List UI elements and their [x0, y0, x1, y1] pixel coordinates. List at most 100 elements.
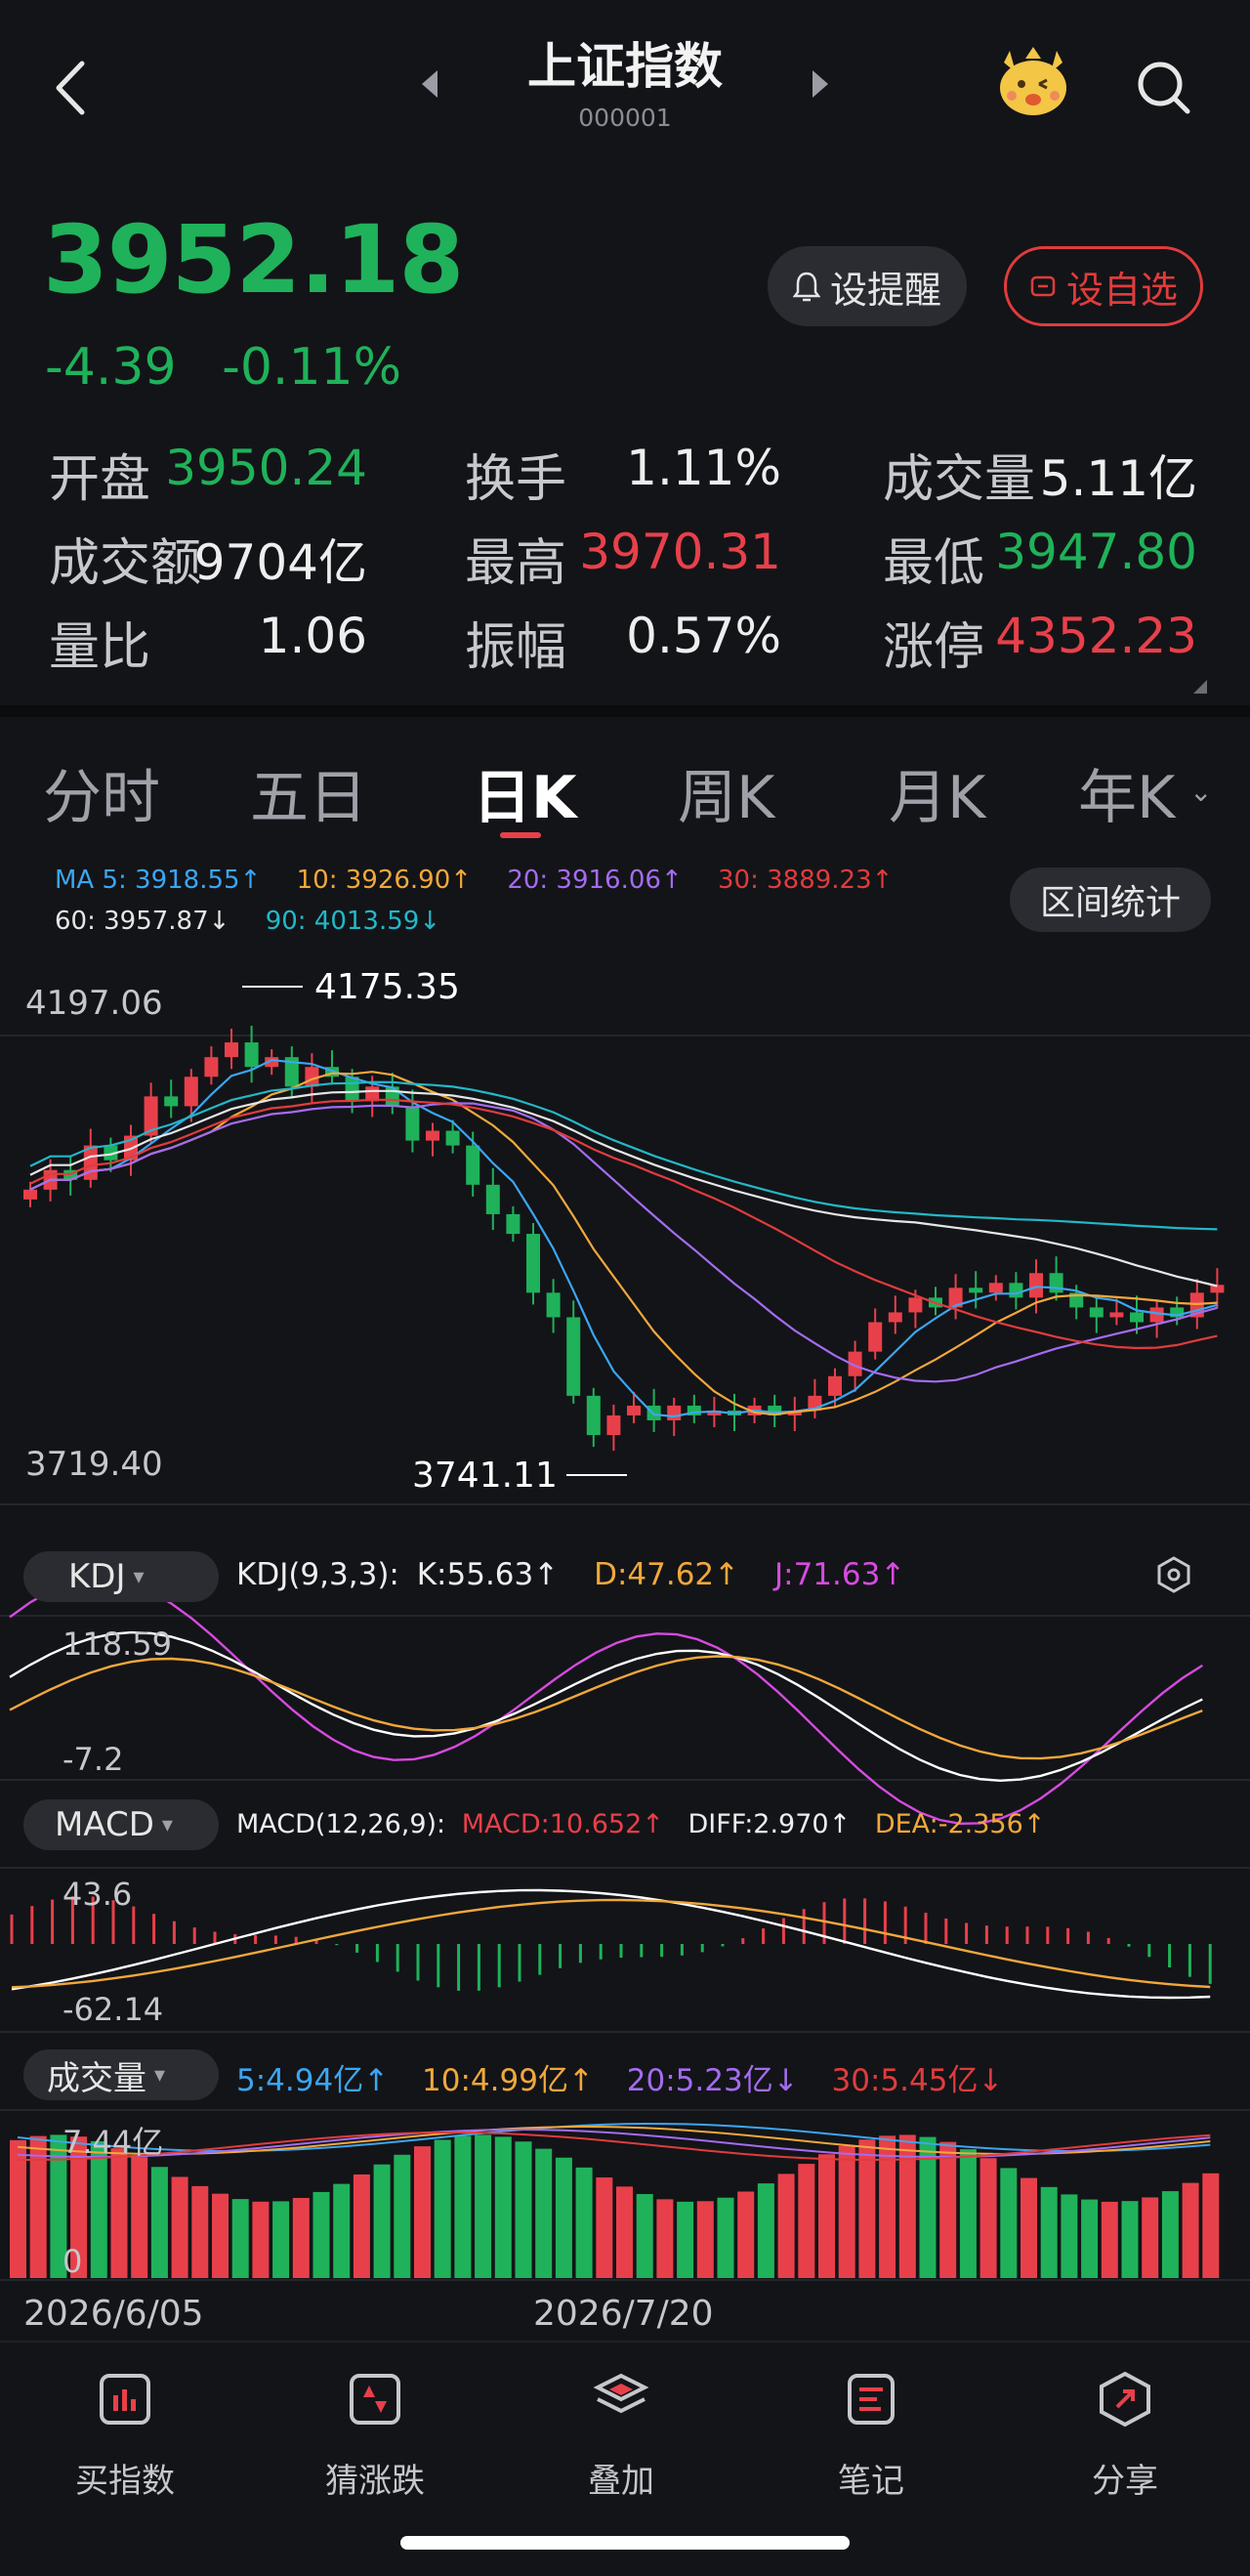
macd-diff: DIFF:2.970↑ [688, 1809, 852, 1839]
expand-corner-icon[interactable] [1193, 680, 1207, 694]
stat-value: 4352.23 [995, 608, 1197, 664]
candle-body [627, 1405, 641, 1415]
volume-bar [555, 2157, 572, 2278]
stat-value: 0.57% [626, 608, 781, 664]
bell-icon [792, 272, 820, 302]
candle-body [969, 1288, 983, 1293]
chevron-down-icon: ▾ [133, 1564, 145, 1589]
nav-updown-button[interactable]: 猜涨跌 [297, 2370, 453, 2502]
volume-bar [1081, 2199, 1099, 2278]
search-icon[interactable] [1133, 57, 1195, 119]
bar-chart-icon [100, 2374, 150, 2425]
candle-body [888, 1312, 902, 1323]
stat-label: 成交量 [883, 450, 1036, 509]
nav-note-button[interactable]: 笔记 [793, 2370, 949, 2502]
page-title: 上证指数 [527, 38, 723, 95]
volume-bar [171, 2176, 188, 2278]
volume-bar [1000, 2168, 1018, 2278]
volume-bar [131, 2157, 148, 2278]
note-icon [848, 2374, 895, 2425]
candle-body [23, 1189, 37, 1200]
vol-ma5: 5:4.94亿↑ [236, 2063, 390, 2098]
volume-bar [696, 2201, 714, 2278]
volume-bar [212, 2193, 229, 2278]
volume-bar [596, 2177, 613, 2278]
volume-bar [757, 2183, 774, 2278]
macd-selector[interactable]: MACD ▾ [23, 1799, 219, 1850]
tab-1[interactable]: 五日 [250, 750, 367, 835]
vol-ma30: 30:5.45亿↓ [831, 2063, 1004, 2098]
volume-bar [1021, 2177, 1037, 2278]
macd-value: MACD:10.652↑ [461, 1809, 664, 1839]
tab-0[interactable]: 分时 [43, 750, 160, 835]
candle-body [526, 1234, 540, 1293]
candle-body [606, 1415, 621, 1436]
volume-bar [575, 2167, 593, 2278]
volume-bar [515, 2141, 532, 2278]
volume-bar [231, 2199, 249, 2278]
header-bar: 上证指数 000001 [0, 0, 1250, 147]
volume-bar [1040, 2186, 1058, 2278]
kdj-d-line [9, 1655, 1203, 1760]
ma30-line [29, 1098, 1218, 1350]
nav-label: 猜涨跌 [325, 2462, 425, 2501]
ma60-legend: 60: 3957.87↓ [55, 907, 230, 936]
kdj-axis-top: 118.59 [62, 1626, 172, 1663]
volume-bar [90, 2140, 107, 2278]
tab-5[interactable]: 年K [1078, 750, 1175, 835]
set-alert-label: 设提醒 [829, 268, 941, 312]
nav-label: 买指数 [75, 2462, 175, 2501]
stat-label: 开盘 [49, 450, 151, 509]
candle-body [184, 1077, 198, 1107]
change-percent: -0.11% [222, 338, 402, 397]
nav-layers-button[interactable]: 叠加 [543, 2370, 699, 2502]
volume-bar [1161, 2191, 1179, 2278]
macd-selector-label: MACD [55, 1805, 154, 1844]
volume-bar [959, 2149, 977, 2278]
volume-bar [879, 2135, 896, 2278]
tab-4[interactable]: 月K [889, 750, 985, 835]
tab-2[interactable]: 日K [473, 750, 577, 835]
volume-bar [191, 2185, 209, 2278]
kdj-selector-label: KDJ [68, 1557, 126, 1596]
volume-bar [777, 2174, 795, 2278]
stat-value: 1.06 [258, 608, 367, 664]
watchlist-icon [1030, 275, 1056, 297]
kline-axis-top: 4197.06 [25, 984, 163, 1023]
volume-selector[interactable]: 成交量 ▾ [23, 2049, 219, 2100]
back-icon[interactable] [51, 54, 90, 122]
volume-bar [939, 2141, 957, 2278]
candle-body [828, 1375, 842, 1396]
ma10-line [29, 1071, 1218, 1416]
macd-dea-line [11, 1898, 1211, 1989]
candle-body [405, 1106, 420, 1141]
stat-value: 5.11亿 [1039, 450, 1197, 507]
next-stock-icon[interactable] [809, 66, 832, 102]
tab-3[interactable]: 周K [678, 750, 774, 835]
price-change: -4.39 -0.11% [45, 338, 401, 397]
volume-bar [272, 2201, 290, 2278]
add-watchlist-button[interactable]: 设自选 [1004, 246, 1203, 326]
ma10-legend: 10: 3926.90↑ [296, 866, 473, 895]
add-watchlist-label: 设自选 [1065, 268, 1178, 312]
mascot-icon[interactable] [994, 45, 1072, 119]
ma60-line [29, 1080, 1218, 1231]
kdj-selector[interactable]: KDJ ▾ [23, 1551, 219, 1602]
high-mark-label: 4175.35 [314, 967, 460, 1007]
volume-bar [656, 2199, 674, 2278]
chevron-down-icon[interactable]: ⌄ [1189, 776, 1212, 808]
nav-share-button[interactable]: 分享 [1047, 2370, 1203, 2502]
macd-axis-bottom: -62.14 [62, 1991, 163, 2028]
candle-body [1210, 1285, 1225, 1293]
kdj-axis-bottom: -7.2 [62, 1741, 123, 1778]
nav-bar-chart-button[interactable]: 买指数 [47, 2370, 203, 2502]
nav-label: 叠加 [588, 2462, 654, 2501]
chevron-down-icon: ▾ [154, 2062, 166, 2088]
nav-label: 笔记 [838, 2462, 904, 2501]
candle-body [244, 1042, 259, 1068]
range-stats-button[interactable]: 区间统计 [1010, 867, 1211, 932]
set-alert-button[interactable]: 设提醒 [768, 246, 967, 326]
macd-dea: DEA:-2.356↑ [874, 1809, 1046, 1839]
volume-bar [494, 2136, 512, 2278]
settings-hexagon-icon[interactable] [1154, 1555, 1193, 1594]
